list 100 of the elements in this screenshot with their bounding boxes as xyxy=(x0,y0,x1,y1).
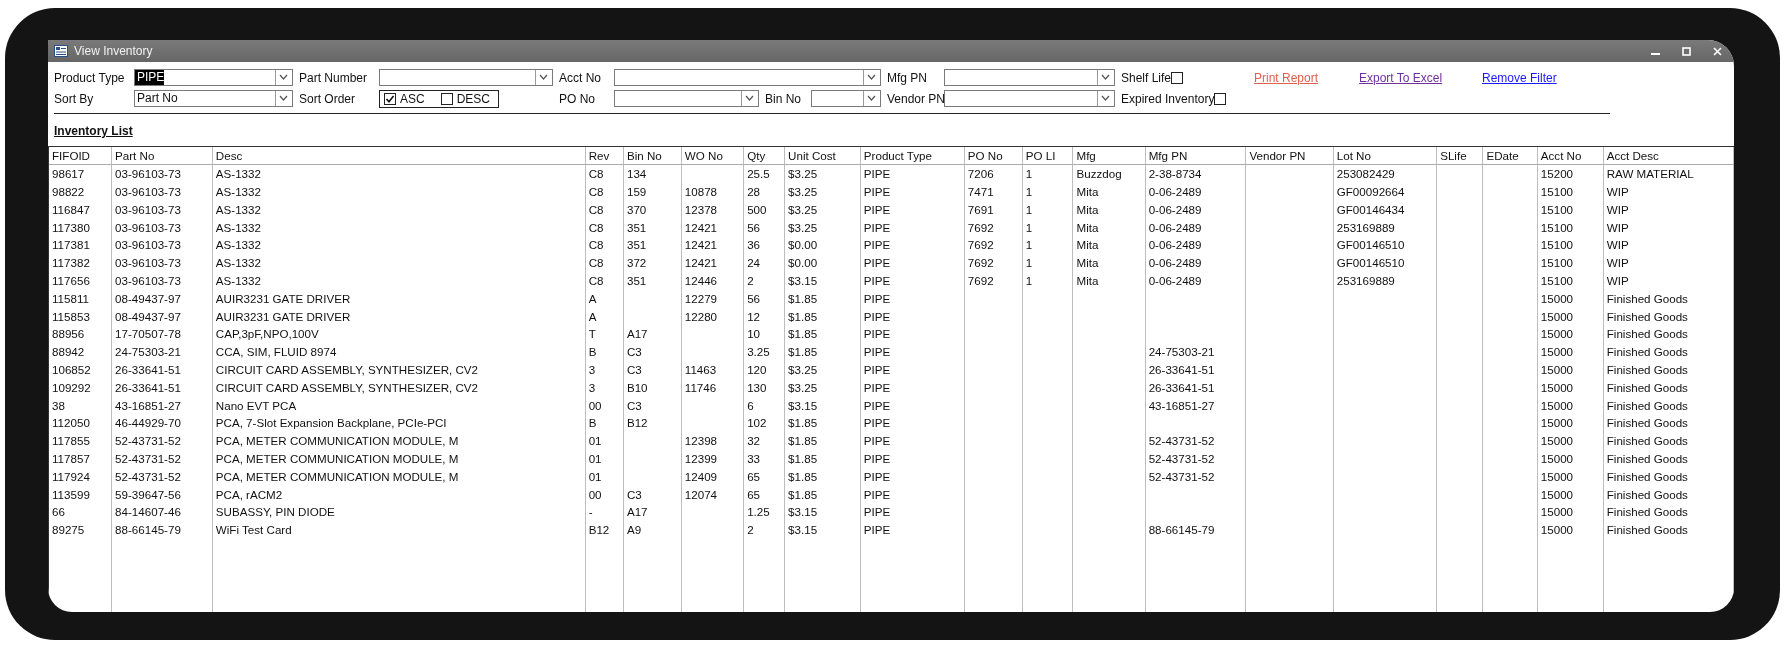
dropdown-field[interactable] xyxy=(944,90,1115,107)
table-cell: 88-66145-79 xyxy=(1145,520,1246,539)
table-cell: 43-16851-27 xyxy=(111,396,213,414)
dropdown-field[interactable] xyxy=(811,90,881,107)
dropdown-field[interactable] xyxy=(944,69,1115,86)
table-cell: 1 xyxy=(1022,218,1073,236)
table-cell: $1.85 xyxy=(784,342,861,361)
table-cell: 03-96103-73 xyxy=(111,218,213,236)
table-cell: CIRCUIT CARD ASSEMBLY, SYNTHESIZER, CV2 xyxy=(212,378,586,397)
field-label: Sort By xyxy=(54,90,95,108)
table-cell: 26-33641-51 xyxy=(111,360,213,379)
table-cell: 0-06-2489 xyxy=(1145,253,1246,272)
table-cell: Mita xyxy=(1073,182,1146,201)
table-cell: 25.5 xyxy=(743,164,785,183)
table-cell: 115811 xyxy=(49,289,112,308)
table-cell: 24-75303-21 xyxy=(1145,342,1246,361)
table-cell: C8 xyxy=(585,164,624,183)
table-cell: 7692 xyxy=(964,236,1023,254)
table-cell: 52-43731-52 xyxy=(111,431,213,450)
table-cell: 56 xyxy=(743,289,785,308)
table-cell: RAW MATERIAL xyxy=(1603,164,1734,183)
table-cell: $1.85 xyxy=(784,467,861,486)
table-cell: 33 xyxy=(743,449,785,468)
field-label: Expired Inventory xyxy=(1121,90,1215,108)
text-link[interactable]: Remove Filter xyxy=(1482,68,1557,87)
table-cell: 7206 xyxy=(964,164,1023,183)
column-header: Vendor PN xyxy=(1245,147,1334,165)
table-cell: 117924 xyxy=(49,467,112,486)
table-cell: 1 xyxy=(1022,236,1073,254)
table-cell: AUIR3231 GATE DRIVER xyxy=(212,289,586,308)
table-cell: 17-70507-78 xyxy=(111,324,213,343)
table-cell: 2 xyxy=(743,271,785,290)
table-cell: PIPE xyxy=(860,324,965,343)
table-cell: 15000 xyxy=(1537,289,1604,308)
column-header: Unit Cost xyxy=(784,147,861,165)
table-cell: $0.00 xyxy=(784,236,861,254)
table-cell: 12409 xyxy=(681,467,744,486)
dropdown-field[interactable]: PIPE xyxy=(134,69,293,86)
close-icon[interactable] xyxy=(1713,46,1722,56)
table-cell: 59-39647-56 xyxy=(111,485,213,503)
table-cell: $3.25 xyxy=(784,200,861,219)
table-cell: 32 xyxy=(743,431,785,450)
maximize-icon[interactable] xyxy=(1682,46,1691,56)
table-cell: Finished Goods xyxy=(1603,485,1734,503)
table-cell: PIPE xyxy=(860,449,965,468)
table-cell: AS-1332 xyxy=(212,200,586,219)
dropdown-field[interactable]: Part No xyxy=(134,90,293,107)
table-cell: 7692 xyxy=(964,271,1023,290)
table-cell: 351 xyxy=(623,271,682,290)
dropdown-field[interactable] xyxy=(379,69,553,86)
table-cell: AS-1332 xyxy=(212,236,586,254)
table-cell: Finished Goods xyxy=(1603,342,1734,361)
text-link[interactable]: Export To Excel xyxy=(1359,68,1443,87)
table-cell: 130 xyxy=(743,378,785,397)
checkbox[interactable] xyxy=(440,92,453,105)
table-cell: 15000 xyxy=(1537,307,1604,325)
table-cell: 12421 xyxy=(681,218,744,236)
table-cell: 3 xyxy=(585,378,624,397)
column-header: Product Type xyxy=(860,147,965,165)
text-link[interactable]: Print Report xyxy=(1254,68,1319,87)
table-cell: 15000 xyxy=(1537,449,1604,468)
table-cell: 15100 xyxy=(1537,253,1604,272)
table-cell: Mita xyxy=(1073,253,1146,272)
table-cell: 12399 xyxy=(681,449,744,468)
table-cell: C8 xyxy=(585,200,624,219)
table-cell: PIPE xyxy=(860,200,965,219)
table-cell: 116847 xyxy=(49,200,112,219)
column-header: Mfg PN xyxy=(1145,147,1246,165)
table-cell: 102 xyxy=(743,413,785,432)
checkbox[interactable] xyxy=(384,92,396,105)
table-cell: WIP xyxy=(1603,218,1734,236)
table-cell: 15000 xyxy=(1537,520,1604,539)
table-cell: 159 xyxy=(623,182,682,201)
table-cell: C8 xyxy=(585,218,624,236)
table-cell: 24 xyxy=(743,253,785,272)
table-cell: 15100 xyxy=(1537,271,1604,290)
table-cell: 26-33641-51 xyxy=(1145,378,1246,397)
field-label: Product Type xyxy=(54,69,126,87)
table-cell: 112050 xyxy=(49,413,112,432)
table-cell: 117380 xyxy=(49,218,112,236)
checkbox[interactable] xyxy=(1214,92,1227,105)
table-cell: PIPE xyxy=(860,467,965,486)
table-cell: GF00146434 xyxy=(1333,200,1437,219)
table-cell: 66 xyxy=(49,502,112,521)
table-cell: 01 xyxy=(585,449,624,468)
table-cell: $3.25 xyxy=(784,218,861,236)
table-cell: 117381 xyxy=(49,236,112,254)
table-cell: $3.25 xyxy=(784,164,861,183)
table-cell: 88942 xyxy=(49,342,112,361)
table-cell: PIPE xyxy=(860,289,965,308)
table-cell: 52-43731-52 xyxy=(1145,449,1246,468)
dropdown-field[interactable] xyxy=(614,69,881,86)
table-cell: PIPE xyxy=(860,271,965,290)
table-cell: 0-06-2489 xyxy=(1145,200,1246,219)
checkbox[interactable] xyxy=(1171,71,1184,84)
table-cell: C8 xyxy=(585,236,624,254)
table-cell: 10 xyxy=(743,324,785,343)
table-cell: 36 xyxy=(743,236,785,254)
dropdown-field[interactable] xyxy=(614,90,759,107)
column-header: WO No xyxy=(681,147,744,165)
